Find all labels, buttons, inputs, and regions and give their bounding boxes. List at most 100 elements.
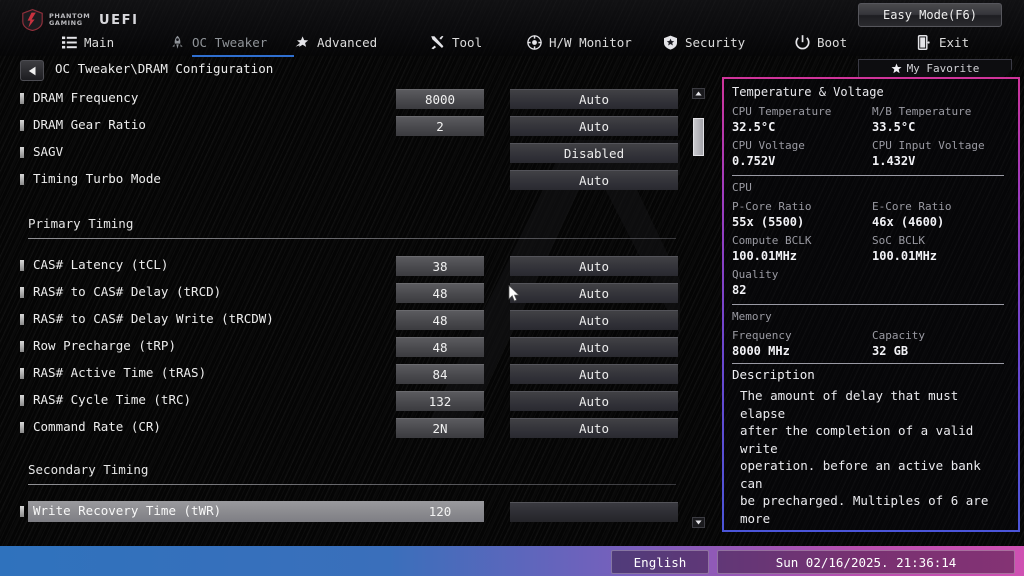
setting-value-field[interactable]: 48 <box>396 310 484 330</box>
caret-down-icon <box>695 520 702 525</box>
setting-label: CAS# Latency (tCL) <box>33 257 169 272</box>
setting-value-field[interactable]: 48 <box>396 283 484 303</box>
setting-value-field[interactable]: 48 <box>396 337 484 357</box>
chevron-left-icon <box>28 66 35 75</box>
setting-value-field[interactable]: 84 <box>396 364 484 384</box>
section-divider <box>28 238 676 239</box>
scroll-down-button[interactable] <box>692 517 705 528</box>
setting-label: DRAM Frequency <box>33 90 139 105</box>
nav-tab-h-w-monitor[interactable]: H/W Monitor <box>527 28 655 56</box>
setting-option-dropdown[interactable]: Auto <box>510 89 678 109</box>
quality-value: 82 <box>732 283 747 297</box>
description-body: The amount of delay that must elapse aft… <box>740 388 989 530</box>
setting-option-dropdown[interactable]: Auto <box>510 170 678 190</box>
setting-row[interactable]: Row Precharge (tRP) 48 Auto <box>0 336 706 357</box>
header-bar: PHANTOM GAMING UEFI Main OC Tweaker Advanc… <box>0 0 1024 57</box>
setting-row[interactable]: Timing Turbo Mode Auto <box>0 169 706 190</box>
nav-tab-tool[interactable]: Tool <box>430 28 510 56</box>
setting-label: Timing Turbo Mode <box>33 171 161 186</box>
nav-tab-advanced[interactable]: Advanced <box>295 28 407 56</box>
setting-option-dropdown[interactable]: Auto <box>510 337 678 357</box>
setting-option-dropdown[interactable]: Auto <box>510 391 678 411</box>
nav-tab-oc-tweaker[interactable]: OC Tweaker <box>170 28 294 57</box>
setting-row[interactable]: Command Rate (CR) 2N Auto <box>0 417 706 438</box>
shield-icon <box>663 35 678 50</box>
nav-tab-security[interactable]: Security <box>663 28 761 56</box>
setting-label: Command Rate (CR) <box>33 419 161 434</box>
section-header: Secondary Timing <box>0 462 706 486</box>
setting-value-field[interactable]: 8000 <box>396 89 484 109</box>
nav-tab-main[interactable]: Main <box>62 28 148 56</box>
divider-3 <box>732 363 1004 364</box>
setting-option-dropdown[interactable]: Auto <box>510 256 678 276</box>
setting-option-dropdown[interactable]: Auto <box>510 116 678 136</box>
language-button[interactable]: English <box>611 550 709 574</box>
setting-row[interactable]: RAS# Cycle Time (tRC) 132 Auto <box>0 390 706 411</box>
caret-up-icon <box>695 91 702 96</box>
setting-label: Row Precharge (tRP) <box>33 338 176 353</box>
row-bullet-icon <box>20 341 24 352</box>
wrench-icon <box>430 35 445 50</box>
setting-value-field[interactable]: 2 <box>396 116 484 136</box>
footer-bar: English Sun 02/16/2025. 21:36:14 <box>0 546 1024 576</box>
setting-value-field[interactable]: 132 <box>396 391 484 411</box>
setting-option-dropdown[interactable]: Auto <box>510 310 678 330</box>
e-core-ratio-value: 46x (4600) <box>872 215 945 229</box>
quality-label: Quality <box>732 268 779 281</box>
breadcrumb: OC Tweaker\DRAM Configuration <box>55 61 274 76</box>
power-icon <box>795 34 810 50</box>
back-button[interactable] <box>20 60 44 81</box>
cpu-input-voltage-value: 1.432V <box>872 154 916 168</box>
nav-tab-label: Exit <box>939 34 970 50</box>
row-bullet-icon <box>20 395 24 406</box>
p-core-ratio-label: P-Core Ratio <box>732 200 812 213</box>
setting-row[interactable]: DRAM Frequency 8000 Auto <box>0 88 706 109</box>
setting-value-field[interactable]: 38 <box>396 256 484 276</box>
setting-option-dropdown[interactable] <box>510 502 678 522</box>
nav-tab-exit[interactable]: Exit <box>917 28 987 56</box>
scrollbar-thumb[interactable] <box>693 118 704 156</box>
row-bullet-icon <box>20 260 24 271</box>
setting-row[interactable]: RAS# Active Time (tRAS) 84 Auto <box>0 363 706 384</box>
p-core-ratio-value: 55x (5500) <box>732 215 805 229</box>
active-tab-underline <box>192 55 294 57</box>
divider-2 <box>732 304 1004 305</box>
setting-row[interactable]: DRAM Gear Ratio 2 Auto <box>0 115 706 136</box>
brand-line-2: GAMING <box>49 19 83 27</box>
setting-label: RAS# Active Time (tRAS) <box>33 365 207 380</box>
settings-list: DRAM Frequency 8000 Auto DRAM Gear Ratio 2 Au… <box>0 84 706 532</box>
scroll-up-button[interactable] <box>692 88 705 99</box>
my-favorite-button[interactable]: My Favorite <box>858 59 1012 78</box>
cpu-voltage-value: 0.752V <box>732 154 776 168</box>
e-core-ratio-label: E-Core Ratio <box>872 200 952 213</box>
easy-mode-button[interactable]: Easy Mode(F6) <box>858 3 1002 27</box>
section-header: Primary Timing <box>0 216 706 240</box>
setting-row[interactable]: SAGV Disabled <box>0 142 706 163</box>
row-bullet-icon <box>20 287 24 298</box>
setting-label: SAGV <box>33 144 64 159</box>
temp-voltage-title: Temperature & Voltage <box>732 85 884 99</box>
setting-row[interactable]: CAS# Latency (tCL) 38 Auto <box>0 255 706 276</box>
setting-value-field[interactable]: 120 <box>396 502 484 521</box>
star-icon <box>295 35 310 50</box>
nav-tab-label: Boot <box>817 34 848 50</box>
setting-option-dropdown[interactable]: Disabled <box>510 143 678 163</box>
setting-row[interactable]: RAS# to CAS# Delay (tRCD) 48 Auto <box>0 282 706 303</box>
section-divider <box>28 484 676 485</box>
setting-option-dropdown[interactable]: Auto <box>510 283 678 303</box>
row-bullet-icon <box>20 422 24 433</box>
setting-option-dropdown[interactable]: Auto <box>510 418 678 438</box>
bios-screen: PHANTOM GAMING UEFI Main OC Tweaker Advanc… <box>0 0 1024 576</box>
soc-bclk-label: SoC BCLK <box>872 234 925 247</box>
setting-option-dropdown[interactable]: Auto <box>510 364 678 384</box>
setting-row[interactable]: Write Recovery Time (tWR) 120 <box>0 501 706 522</box>
settings-scrollbar[interactable] <box>692 88 705 528</box>
my-favorite-label: My Favorite <box>906 62 980 75</box>
setting-row[interactable]: RAS# to CAS# Delay Write (tRCDW) 48 Auto <box>0 309 706 330</box>
setting-value-field[interactable]: 2N <box>396 418 484 438</box>
memory-capacity-value: 32 GB <box>872 344 909 358</box>
rocket-icon <box>170 35 185 50</box>
datetime-display: Sun 02/16/2025. 21:36:14 <box>717 550 1015 574</box>
row-bullet-icon <box>20 93 24 104</box>
nav-tab-boot[interactable]: Boot <box>795 28 865 56</box>
